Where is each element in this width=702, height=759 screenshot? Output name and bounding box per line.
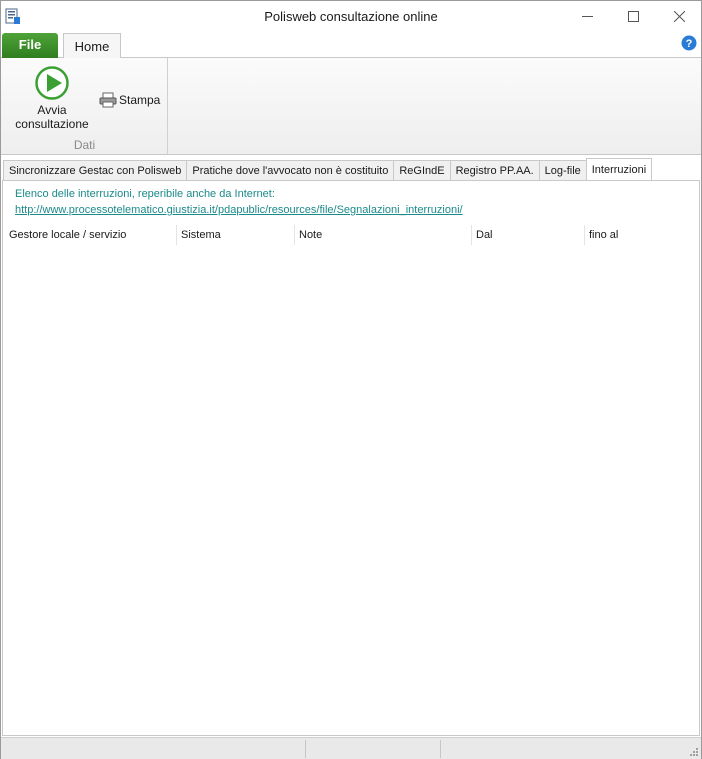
stampa-button[interactable]: Stampa xyxy=(99,90,160,110)
column-header-sistema[interactable]: Sistema xyxy=(177,225,295,245)
avvia-label-line2: consultazione xyxy=(15,117,89,131)
list-header: Gestore locale / servizio Sistema Note D… xyxy=(5,225,699,245)
column-header-fino-al[interactable]: fino al xyxy=(585,225,699,245)
column-header-note[interactable]: Note xyxy=(295,225,472,245)
minimize-button[interactable] xyxy=(564,1,610,32)
column-header-dal[interactable]: Dal xyxy=(472,225,585,245)
home-tab[interactable]: Home xyxy=(63,33,121,59)
tab-regin[interactable]: ReGIndE xyxy=(393,160,450,181)
title-bar[interactable]: Polisweb consultazione online xyxy=(1,1,701,32)
status-separator xyxy=(305,740,306,758)
tab-interruzioni[interactable]: Interruzioni xyxy=(585,158,653,180)
tab-registro[interactable]: Registro PP.AA. xyxy=(449,160,539,181)
file-tab[interactable]: File xyxy=(2,33,58,58)
stampa-label: Stampa xyxy=(119,93,161,107)
maximize-button[interactable] xyxy=(610,1,656,32)
app-window: Polisweb consultazione online File Home … xyxy=(0,0,702,759)
interruzioni-link[interactable]: http://www.processotelematico.giustizia.… xyxy=(15,204,463,216)
play-icon xyxy=(35,66,69,100)
avvia-consultazione-button[interactable]: Avvia consultazione xyxy=(9,66,95,136)
ribbon-tab-bar: File Home ? xyxy=(1,32,701,59)
column-header-gestore[interactable]: Gestore locale / servizio xyxy=(5,225,177,245)
resize-grip-icon[interactable] xyxy=(687,745,699,757)
help-icon[interactable]: ? xyxy=(681,35,697,51)
interruzioni-panel: Elenco delle interruzioni, reperibile an… xyxy=(2,180,700,736)
tab-sincronizzare[interactable]: Sincronizzare Gestac con Polisweb xyxy=(3,160,187,181)
tab-log-file[interactable]: Log-file xyxy=(538,160,586,181)
close-button[interactable] xyxy=(656,1,702,32)
info-text: Elenco delle interruzioni, reperibile an… xyxy=(15,188,275,200)
ribbon-body: Avvia consultazione Stampa Dati xyxy=(1,58,701,155)
ribbon-group-dati: Avvia consultazione Stampa Dati xyxy=(1,58,168,154)
status-bar xyxy=(1,737,701,759)
group-label-dati: Dati xyxy=(73,138,96,152)
avvia-label-line1: Avvia xyxy=(37,103,67,117)
status-separator xyxy=(440,740,441,758)
content-tab-bar: Sincronizzare Gestac con Polisweb Pratic… xyxy=(3,158,653,181)
minimize-icon xyxy=(581,16,593,17)
svg-text:?: ? xyxy=(686,38,693,50)
printer-icon xyxy=(99,92,117,108)
close-icon xyxy=(673,11,685,22)
tab-pratiche[interactable]: Pratiche dove l'avvocato non è costituit… xyxy=(186,160,394,181)
maximize-icon xyxy=(627,11,639,22)
